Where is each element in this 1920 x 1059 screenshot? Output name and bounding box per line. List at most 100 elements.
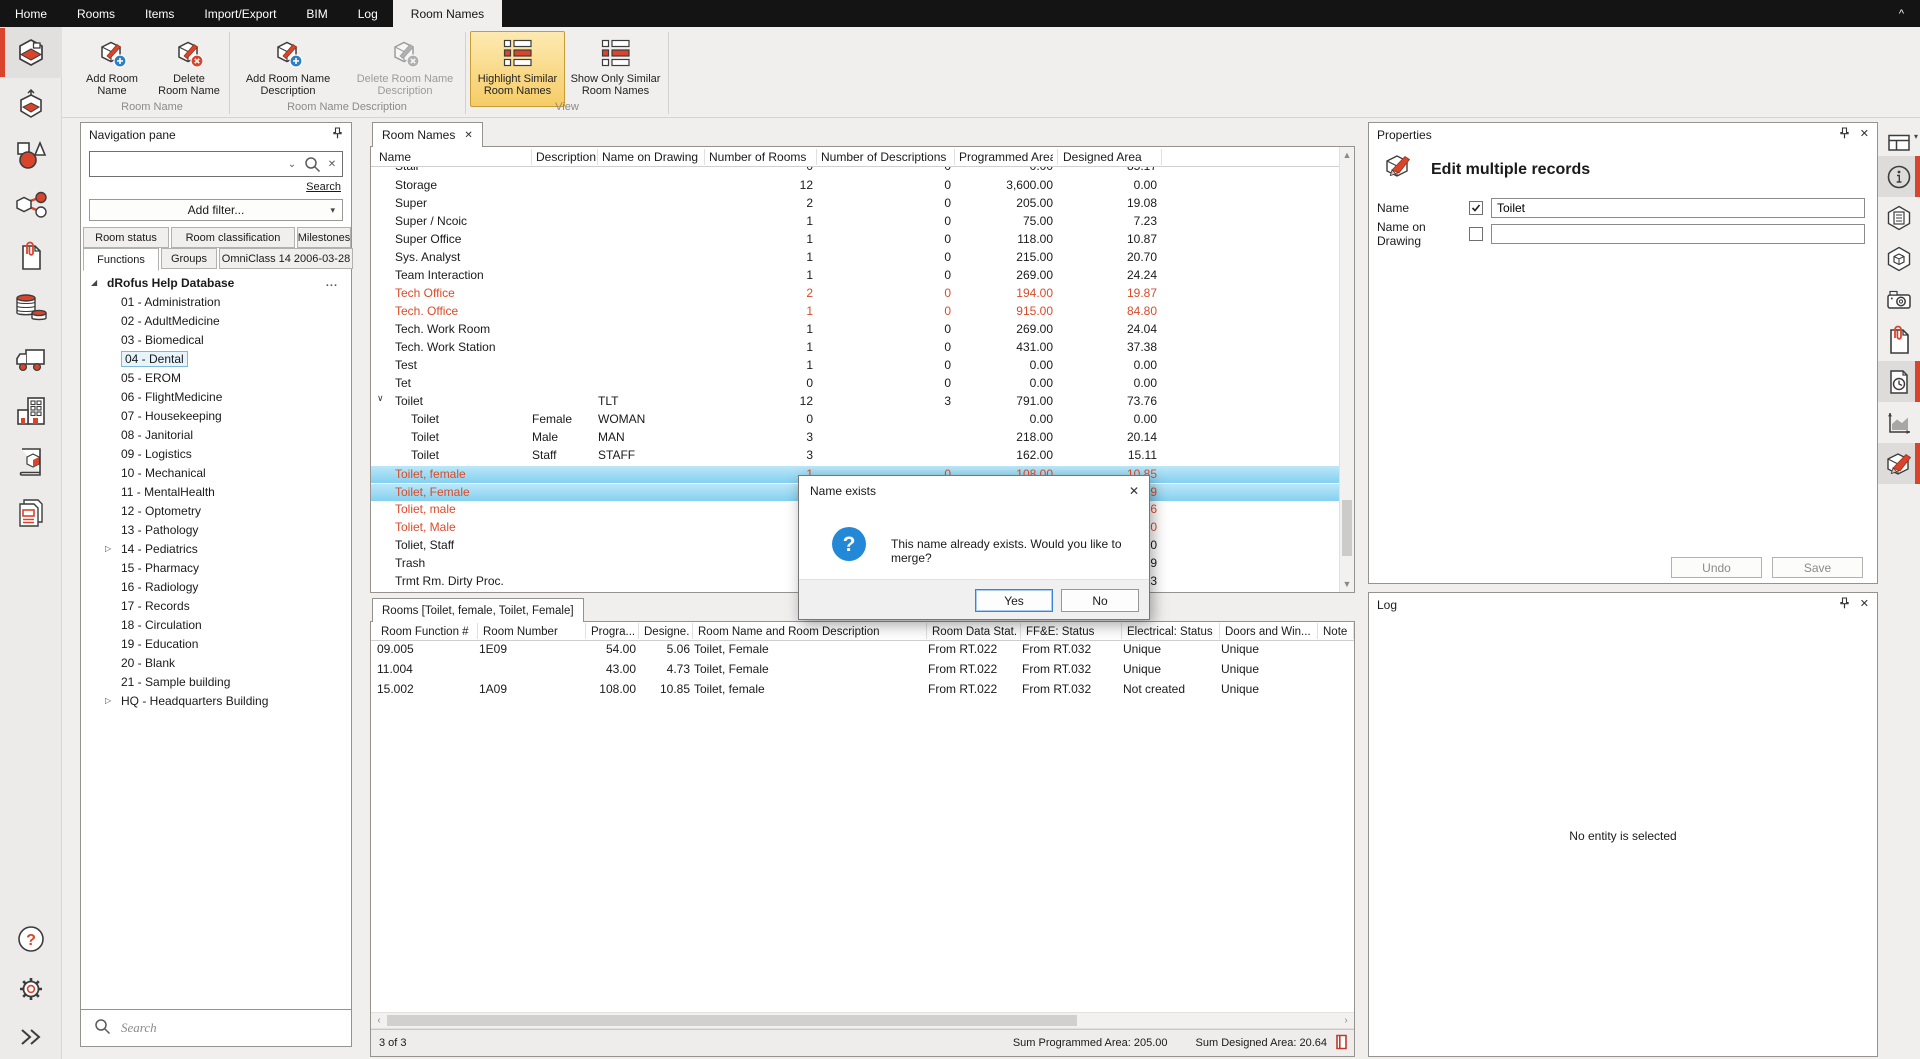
add-room-name-description-button[interactable]: Add Room Name Description <box>232 31 344 107</box>
tree-item-21-sample-building[interactable]: 21 - Sample building <box>82 672 350 691</box>
search-link[interactable]: Search <box>306 181 341 193</box>
tree-item-04-dental[interactable]: 04 - Dental <box>82 349 350 368</box>
tree-item-02-adultmedicine[interactable]: 02 - AdultMedicine <box>82 311 350 330</box>
nav-tab-room-status[interactable]: Room status <box>83 227 169 248</box>
tree-expanded-icon[interactable]: ◢ <box>91 278 97 287</box>
room-name-row[interactable]: Super Office10118.0010.87 <box>371 231 1339 249</box>
nav-tab-room-classification[interactable]: Room classification <box>171 227 295 248</box>
tree-item-09-logistics[interactable]: 09 - Logistics <box>82 444 350 463</box>
room-name-row[interactable]: Storage1203,600.000.00 <box>371 177 1339 195</box>
tree-item-15-pharmacy[interactable]: 15 - Pharmacy <box>82 558 350 577</box>
sidebar-item-help[interactable]: ? <box>0 913 62 964</box>
room-name-row[interactable]: ToiletStaffSTAFF3162.0015.11 <box>371 447 1339 465</box>
close-panel-icon[interactable]: ✕ <box>1860 599 1869 610</box>
sidebar-item-documents[interactable] <box>0 487 62 538</box>
tree-item-16-radiology[interactable]: 16 - Radiology <box>82 577 350 596</box>
scroll-up-icon[interactable]: ▲ <box>1340 147 1354 163</box>
tree-item-06-flightmedicine[interactable]: 06 - FlightMedicine <box>82 387 350 406</box>
room-row[interactable]: 15.0021A09108.0010.85Toilet, femaleFrom … <box>371 681 1354 700</box>
nav-tab-milestones[interactable]: Milestones <box>297 227 351 248</box>
menu-tab-room-names[interactable]: Room Names <box>393 0 502 27</box>
room-name-row[interactable]: Sys. Analyst10215.0020.70 <box>371 249 1339 267</box>
room-name-row[interactable]: ToiletMaleMAN3218.0020.14 <box>371 429 1339 447</box>
ribbon-collapse-icon[interactable]: ^ <box>1899 0 1904 27</box>
tree-item-drofus-help-database[interactable]: ◢dRofus Help Database... <box>82 273 350 292</box>
scroll-right-icon[interactable]: › <box>1338 1013 1354 1028</box>
delete-room-name-description-button[interactable]: Delete Room Name Description <box>348 31 462 107</box>
room-name-row[interactable]: Tet000.000.00 <box>371 375 1339 393</box>
checkbox-unchecked[interactable] <box>1469 227 1483 241</box>
add-filter-dropdown[interactable]: Add filter... ▾ <box>89 199 343 221</box>
sidebar-item-room-cube-arrow[interactable] <box>0 78 62 129</box>
column-header-electrical-status[interactable]: Electrical: Status <box>1123 623 1217 641</box>
sidebar-item-gear[interactable] <box>0 963 62 1014</box>
name-on-drawing-field[interactable] <box>1491 224 1865 244</box>
pin-icon[interactable] <box>1839 127 1850 142</box>
column-header-room-number[interactable]: Room Number <box>479 623 585 641</box>
no-button[interactable]: No <box>1061 589 1139 612</box>
menu-bim[interactable]: BIM <box>291 0 342 27</box>
column-header-designe[interactable]: Designe... <box>640 623 690 641</box>
nav-tab-groups[interactable]: Groups <box>161 248 217 269</box>
undo-button[interactable]: Undo <box>1671 557 1762 578</box>
room-name-row[interactable]: Tech. Work Room10269.0024.04 <box>371 321 1339 339</box>
sidebar-item-shapes[interactable] <box>0 129 62 180</box>
side-tool-chart[interactable] <box>1878 402 1920 443</box>
tree-collapsed-icon[interactable]: ▷ <box>105 544 111 553</box>
column-header-name[interactable]: Name <box>375 147 529 167</box>
highlight-similar-room-names-button[interactable]: Highlight Similar Room Names <box>470 31 565 107</box>
room-name-row[interactable]: ToiletFemaleWOMAN00.000.00 <box>371 411 1339 429</box>
room-names-vertical-scrollbar[interactable]: ▲ ▼ <box>1339 147 1354 592</box>
chevron-down-icon[interactable]: ⌄ <box>282 159 302 170</box>
save-button[interactable]: Save <box>1772 557 1863 578</box>
scroll-left-icon[interactable]: ‹ <box>371 1013 387 1028</box>
room-name-row[interactable]: Super / Ncoic1075.007.23 <box>371 213 1339 231</box>
tab-rooms[interactable]: Rooms [Toilet, female, Toilet, Female] <box>372 598 584 622</box>
search-icon[interactable] <box>302 155 322 173</box>
tree-item-hq-headquarters-building[interactable]: ▷HQ - Headquarters Building <box>82 691 350 710</box>
column-header-programmed-area[interactable]: Programmed Area <box>955 147 1053 167</box>
room-name-row[interactable]: Tech Office20194.0019.87 <box>371 285 1339 303</box>
side-tool-hex-document[interactable] <box>1878 197 1920 238</box>
column-header-ff-e-status[interactable]: FF&E: Status <box>1022 623 1119 641</box>
room-name-row[interactable]: Super20205.0019.08 <box>371 195 1339 213</box>
add-room-name-button[interactable]: Add Room Name <box>76 31 148 107</box>
side-tool-info[interactable] <box>1878 156 1920 197</box>
room-name-row[interactable]: Stall000.0085.17 <box>371 167 1339 177</box>
yes-button[interactable]: Yes <box>975 589 1053 612</box>
pin-icon[interactable] <box>332 127 343 142</box>
close-tab-icon[interactable]: ✕ <box>464 130 472 141</box>
tree-item-01-administration[interactable]: 01 - Administration <box>82 292 350 311</box>
tree-collapsed-icon[interactable]: ▷ <box>105 696 111 705</box>
column-header-note[interactable]: Note <box>1319 623 1353 641</box>
menu-items[interactable]: Items <box>130 0 189 27</box>
tree-item-05-erom[interactable]: 05 - EROM <box>82 368 350 387</box>
tree-overflow-menu[interactable]: ... <box>326 277 338 289</box>
sidebar-item-book-cube[interactable] <box>0 436 62 487</box>
tree-item-18-circulation[interactable]: 18 - Circulation <box>82 615 350 634</box>
column-header-room-name-and-room-description[interactable]: Room Name and Room Description <box>694 623 924 641</box>
room-name-row[interactable]: Tech. Work Station10431.0037.38 <box>371 339 1339 357</box>
tree-item-08-janitorial[interactable]: 08 - Janitorial <box>82 425 350 444</box>
sidebar-item-room-cube[interactable] <box>0 27 62 78</box>
scrollbar-thumb[interactable] <box>387 1015 1077 1026</box>
tree-item-10-mechanical[interactable]: 10 - Mechanical <box>82 463 350 482</box>
delete-room-name-button[interactable]: Delete Room Name <box>150 31 228 107</box>
tree-item-14-pediatrics[interactable]: ▷14 - Pediatrics <box>82 539 350 558</box>
column-header-number-of-rooms[interactable]: Number of Rooms <box>705 147 813 167</box>
sidebar-item-double-chevron[interactable] <box>0 1011 62 1059</box>
tree-item-11-mentalhealth[interactable]: 11 - MentalHealth <box>82 482 350 501</box>
side-tool-edit-cube[interactable] <box>1878 443 1920 484</box>
name-field[interactable] <box>1491 198 1865 218</box>
tree-item-13-pathology[interactable]: 13 - Pathology <box>82 520 350 539</box>
room-name-row[interactable]: Test100.000.00 <box>371 357 1339 375</box>
close-panel-icon[interactable]: ✕ <box>1860 129 1869 140</box>
side-tool-paperclip-document[interactable] <box>1878 320 1920 361</box>
menu-rooms[interactable]: Rooms <box>62 0 130 27</box>
tree-item-19-education[interactable]: 19 - Education <box>82 634 350 653</box>
scrollbar-thumb[interactable] <box>1342 500 1352 556</box>
sidebar-item-coins[interactable] <box>0 282 62 333</box>
menu-log[interactable]: Log <box>343 0 393 27</box>
pin-icon[interactable] <box>1839 597 1850 612</box>
dialog-close-icon[interactable]: ✕ <box>1129 484 1139 498</box>
